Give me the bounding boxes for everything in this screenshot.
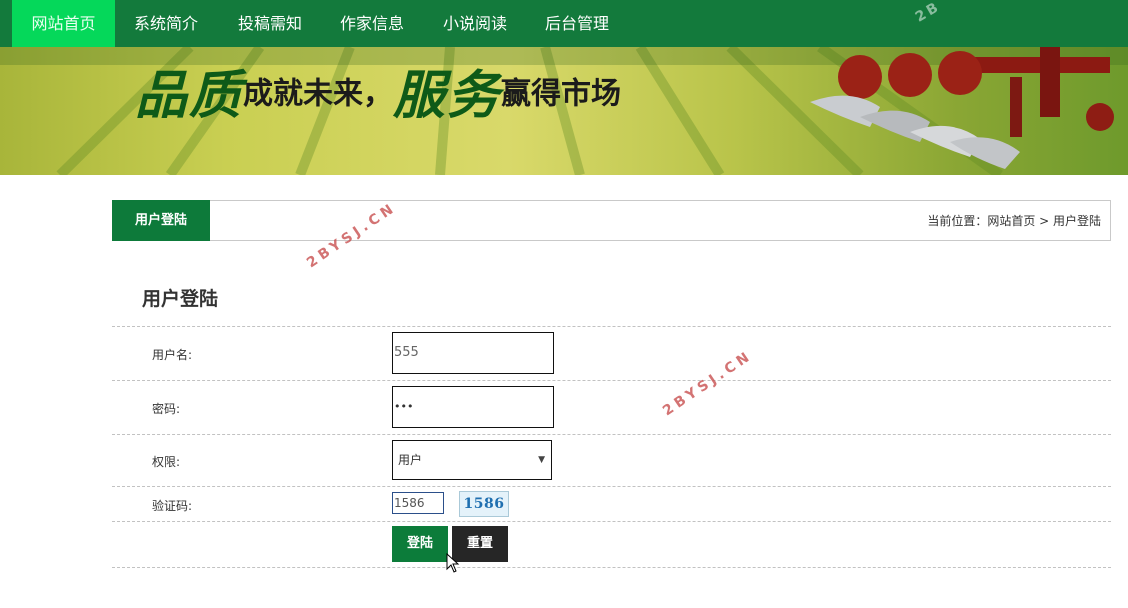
username-field[interactable]: 555 <box>392 332 554 374</box>
nav-item-label: 后台管理 <box>544 14 609 33</box>
role-select[interactable]: 用户 ▼ <box>392 440 552 480</box>
captcha-image[interactable]: 1586 <box>459 491 509 517</box>
banner-slogan-part: 服务 <box>393 65 502 126</box>
role-select-value: 用户 <box>398 453 423 467</box>
nav-item-label: 投稿需知 <box>237 14 302 33</box>
password-label: 密码: <box>152 402 181 416</box>
nav-item-about[interactable]: 系统简介 <box>120 0 212 47</box>
nav-item-admin[interactable]: 后台管理 <box>531 0 623 47</box>
role-label: 权限: <box>152 455 181 469</box>
row-divider <box>112 521 1111 522</box>
section-tab: 用户登陆 <box>112 200 210 241</box>
page-title: 用户登陆 <box>142 288 219 310</box>
banner-slogan-part: 品质 <box>135 65 244 126</box>
banner-slogan-part: 赢得市场 <box>501 76 622 112</box>
captcha-field[interactable]: 1586 <box>392 492 444 514</box>
banner-slogan: 品质成就未来，服务赢得市场 <box>135 53 622 126</box>
watermark-corner: 2B <box>912 0 944 26</box>
row-divider <box>112 434 1111 435</box>
row-divider <box>112 326 1111 327</box>
dropdown-arrow-icon: ▼ <box>538 455 545 465</box>
row-divider <box>112 486 1111 487</box>
nav-item-novel-reading[interactable]: 小说阅读 <box>429 0 521 47</box>
nav-item-label: 作家信息 <box>339 14 404 33</box>
row-divider <box>112 380 1111 381</box>
plow-image <box>810 47 1114 169</box>
nav-item-label: 网站首页 <box>31 14 96 33</box>
section-titlebar: 用户登陆 当前位置：网站首页 > 用户登陆 <box>112 200 1111 241</box>
nav-item-authors[interactable]: 作家信息 <box>326 0 418 47</box>
banner: 品质成就未来，服务赢得市场 <box>0 47 1128 175</box>
top-nav: 网站首页 系统简介 投稿需知 作家信息 小说阅读 后台管理 2B <box>0 0 1128 50</box>
nav-item-label: 系统简介 <box>133 14 198 33</box>
username-label: 用户名: <box>152 348 193 362</box>
reset-button[interactable]: 重置 <box>452 526 508 562</box>
nav-item-label: 小说阅读 <box>442 14 507 33</box>
password-field[interactable]: ••• <box>392 386 554 428</box>
mouse-cursor-icon <box>446 553 460 573</box>
captcha-label: 验证码: <box>152 499 193 513</box>
login-button[interactable]: 登陆 <box>392 526 448 562</box>
banner-slogan-part: 成就未来， <box>243 76 394 112</box>
nav-item-submission-guide[interactable]: 投稿需知 <box>224 0 316 47</box>
breadcrumb: 当前位置：网站首页 > 用户登陆 <box>927 214 1101 228</box>
row-divider <box>112 567 1111 568</box>
nav-item-home[interactable]: 网站首页 <box>12 0 115 50</box>
watermark: 2BYSJ.CN <box>660 347 756 420</box>
